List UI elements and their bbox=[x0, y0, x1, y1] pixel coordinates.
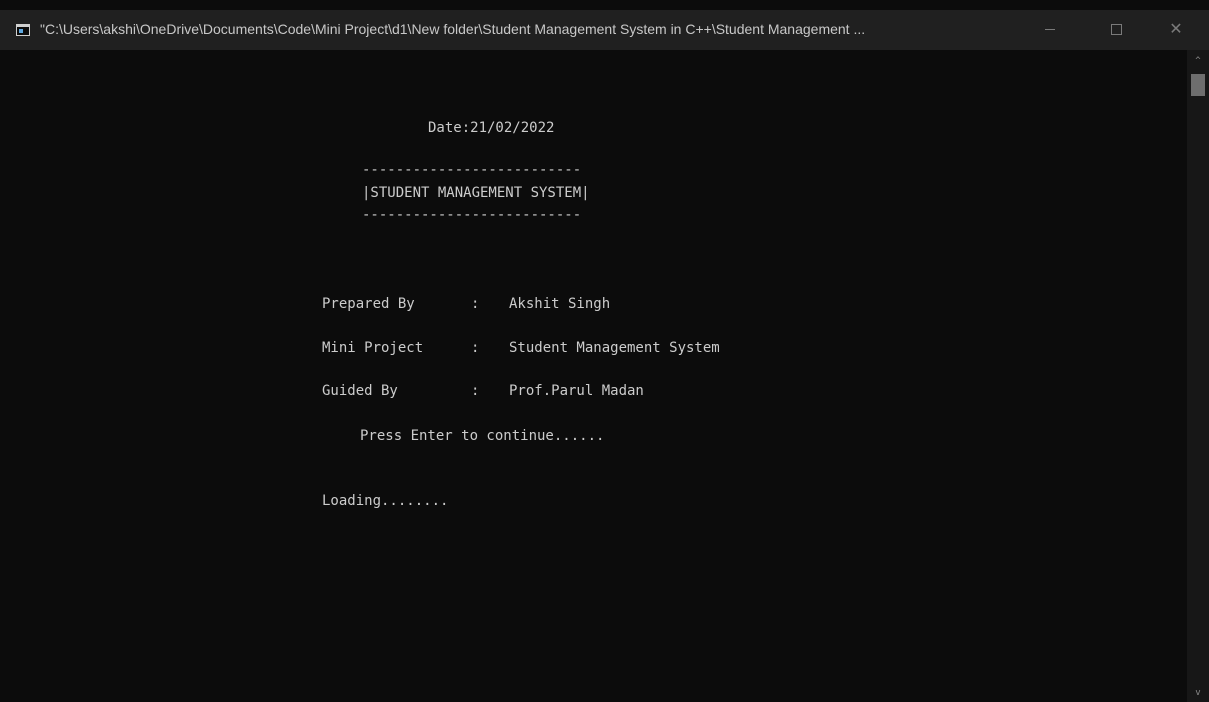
close-button[interactable]: ✕ bbox=[1153, 10, 1199, 50]
mini-project-separator: : bbox=[471, 340, 480, 356]
mini-project-label: Mini Project bbox=[322, 340, 424, 356]
maximize-button[interactable] bbox=[1093, 10, 1139, 50]
console-output[interactable]: Date:21/02/2022 ------------------------… bbox=[0, 50, 1187, 702]
maximize-icon bbox=[1110, 24, 1122, 36]
guided-by-value: Prof.Parul Madan bbox=[509, 383, 644, 399]
banner-bottom-border: -------------------------- bbox=[362, 207, 582, 223]
banner-title: |STUDENT MANAGEMENT SYSTEM| bbox=[362, 185, 590, 201]
prepared-by-value: Akshit Singh bbox=[509, 296, 611, 312]
console-app-icon[interactable] bbox=[16, 24, 30, 36]
window-title: "C:\Users\akshi\OneDrive\Documents\Code\… bbox=[40, 21, 866, 37]
minimize-icon bbox=[1045, 29, 1055, 31]
continue-prompt: Press Enter to continue...... bbox=[360, 428, 605, 444]
date-line: Date:21/02/2022 bbox=[428, 120, 555, 136]
console-window: "C:\Users\akshi\OneDrive\Documents\Code\… bbox=[0, 0, 1209, 702]
loading-text: Loading........ bbox=[322, 493, 449, 509]
guided-by-label: Guided By bbox=[322, 383, 398, 399]
scroll-down-icon[interactable]: v bbox=[1192, 688, 1204, 698]
title-bar[interactable]: "C:\Users\akshi\OneDrive\Documents\Code\… bbox=[0, 10, 1209, 50]
minimize-button[interactable] bbox=[1027, 10, 1073, 50]
vertical-scrollbar[interactable]: ^ v bbox=[1187, 50, 1209, 702]
prepared-by-label: Prepared By bbox=[322, 296, 415, 312]
mini-project-value: Student Management System bbox=[509, 340, 720, 356]
prepared-by-separator: : bbox=[471, 296, 480, 312]
scroll-up-icon[interactable]: ^ bbox=[1192, 56, 1204, 66]
close-icon: ✕ bbox=[1169, 21, 1183, 38]
banner-top-border: -------------------------- bbox=[362, 162, 582, 178]
scrollbar-thumb[interactable] bbox=[1191, 74, 1205, 96]
guided-by-separator: : bbox=[471, 383, 480, 399]
